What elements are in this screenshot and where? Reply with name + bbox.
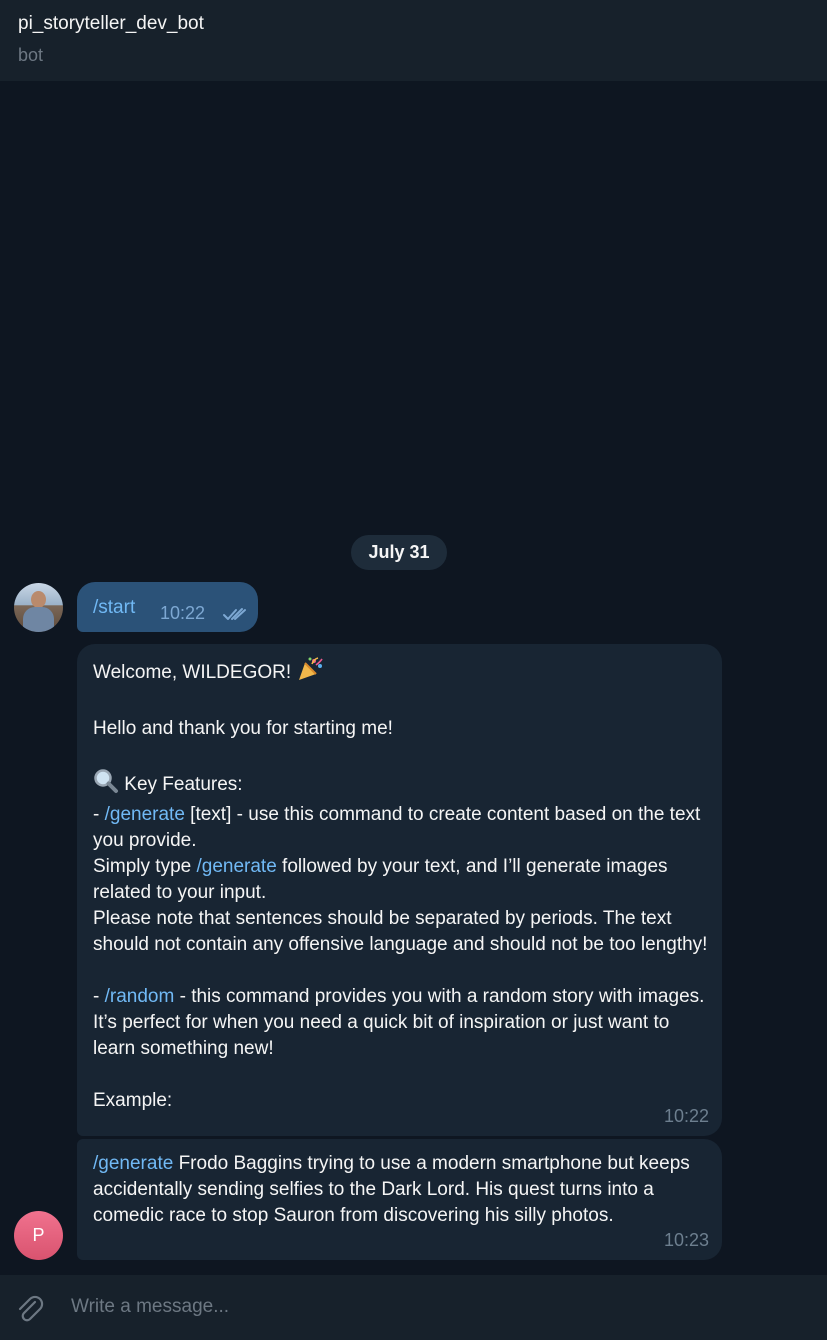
avatar-head	[31, 591, 46, 608]
outgoing-message[interactable]: /start 10:22	[77, 582, 258, 632]
magnifier-icon	[93, 768, 119, 802]
chat-title: pi_storyteller_dev_bot	[18, 13, 204, 34]
command-link[interactable]: /random	[105, 986, 175, 1007]
avatar-body	[23, 607, 54, 632]
chat-subtitle: bot	[18, 45, 44, 65]
date-separator: July 31	[351, 535, 447, 570]
command-link[interactable]: /generate	[93, 1153, 173, 1174]
telegram-chat-window: pi_storyteller_dev_bot bot July 31 /star…	[0, 0, 827, 1340]
party-popper-icon	[296, 656, 324, 690]
incoming-message[interactable]: Welcome, WILDEGOR! Hello and thank you f…	[77, 644, 722, 1136]
chat-header[interactable]: pi_storyteller_dev_bot bot	[0, 0, 827, 81]
message-time: 10:22	[663, 1106, 709, 1126]
paperclip-icon[interactable]	[14, 1293, 46, 1325]
command-link[interactable]: /generate	[196, 856, 276, 877]
bot-avatar[interactable]: P	[14, 1211, 63, 1260]
message-input[interactable]	[71, 1292, 771, 1322]
message-time: 10:23	[663, 1230, 709, 1250]
command-link[interactable]: /generate	[105, 804, 185, 825]
user-avatar[interactable]	[14, 583, 63, 632]
double-check-icon	[223, 608, 246, 620]
message-text: /generate Frodo Baggins trying to use a …	[93, 1153, 696, 1226]
incoming-message[interactable]: /generate Frodo Baggins trying to use a …	[77, 1139, 722, 1260]
message-list[interactable]: July 31 /start 10:22 Welcome, WILDEGOR! …	[0, 81, 827, 1275]
message-text: Welcome, WILDEGOR! Hello and thank you f…	[93, 656, 708, 1114]
message-time: 10:22	[160, 603, 206, 623]
message-composer	[0, 1275, 827, 1340]
command-link-start[interactable]: /start	[93, 597, 135, 619]
